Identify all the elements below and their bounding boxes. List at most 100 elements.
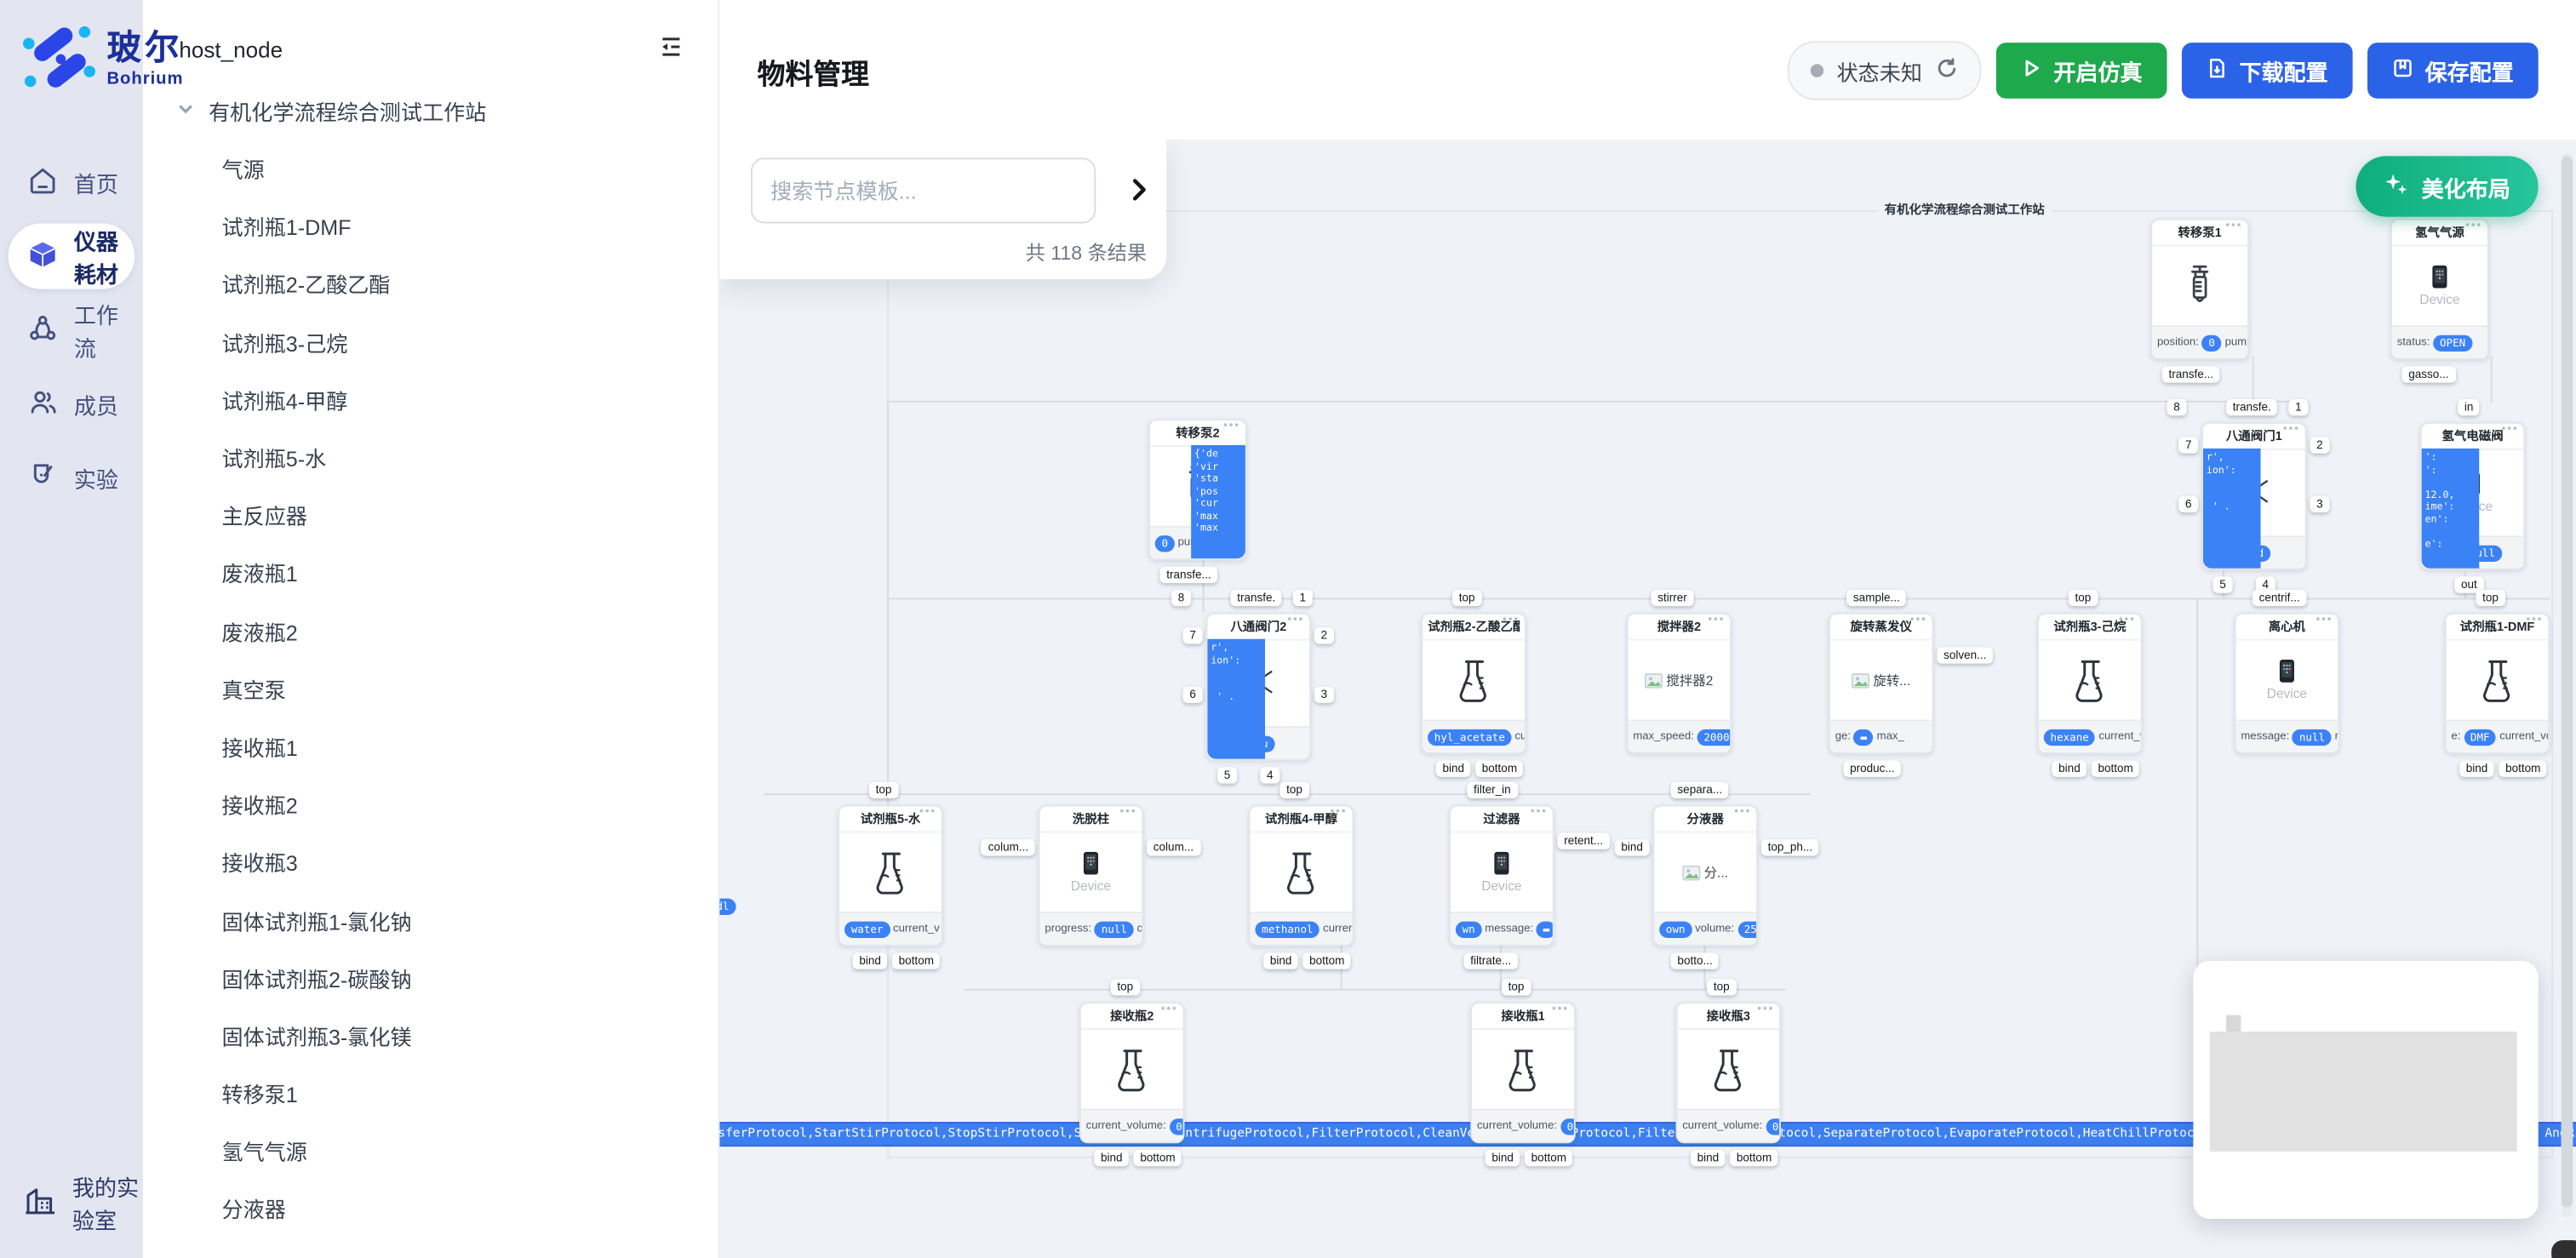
port-transfe.[interactable]: transfe. — [1230, 590, 1282, 606]
sidebar-item-instruments[interactable]: 仪器耗材 — [9, 223, 135, 289]
node-menu-icon[interactable]: ••• — [1708, 615, 1725, 626]
tree-item[interactable]: 固体试剂瓶2-碳酸钠 — [143, 949, 718, 1007]
tree-item[interactable]: 试剂瓶5-水 — [143, 429, 718, 487]
port-colum...[interactable]: colum... — [1147, 839, 1200, 855]
tree-item[interactable]: 试剂瓶3-己烷 — [143, 313, 718, 371]
tree-item[interactable]: 接收瓶2 — [143, 775, 718, 833]
status-pill[interactable]: 状态未知 — [1788, 41, 1982, 100]
port-2[interactable]: 2 — [1314, 627, 1334, 643]
tree-item[interactable]: 固体试剂瓶1-氯化钠 — [143, 891, 718, 949]
port-3[interactable]: 3 — [2310, 496, 2329, 512]
node-洗脱柱[interactable]: 洗脱柱•••Deviceprogress:nullcolucolum...col… — [1039, 805, 1144, 946]
node-转移泵1[interactable]: 转移泵1•••position:0pumptransfe... — [2150, 219, 2249, 360]
node-试剂瓶3-己烷[interactable]: 试剂瓶3-己烷•••hexanecurrent_vtopbindbottom — [2037, 613, 2143, 754]
port-bind[interactable]: bind — [1485, 1150, 1520, 1166]
tree-item[interactable]: 气源 — [143, 140, 718, 197]
sidebar-item-members[interactable]: 成员 — [9, 371, 135, 437]
port-transfe.[interactable]: transfe. — [2226, 399, 2278, 415]
port-bind[interactable]: bind — [1691, 1150, 1726, 1166]
download-config-button[interactable]: 下载配置 — [2182, 43, 2353, 99]
node-menu-icon[interactable]: ••• — [1531, 807, 1548, 819]
tree-item[interactable]: 试剂瓶1-DMF — [143, 197, 718, 255]
tree-item[interactable]: 真空泵 — [143, 660, 718, 718]
port-retent...[interactable]: retent... — [1558, 832, 1610, 849]
port-bottom[interactable]: bottom — [1134, 1150, 1182, 1166]
node-转移泵2[interactable]: 转移泵2•••0pump_info:{'de 'vir 'sta 'pos 'c… — [1148, 419, 1247, 560]
tree-item[interactable]: 接收瓶1 — [143, 718, 718, 775]
node-menu-icon[interactable]: ••• — [1161, 1004, 1178, 1015]
node-试剂瓶4-甲醇[interactable]: 试剂瓶4-甲醇•••methanolcurrent_topbindbottom — [1249, 805, 1354, 946]
node-menu-icon[interactable]: ••• — [1757, 1004, 1774, 1015]
node-接收瓶2[interactable]: 接收瓶2•••current_volume:0topbindbottom — [1079, 1002, 1185, 1143]
tree-item[interactable]: 试剂瓶4-甲醇 — [143, 371, 718, 429]
port-solven...[interactable]: solven... — [1937, 647, 1993, 663]
port-bind[interactable]: bind — [2459, 761, 2494, 777]
node-menu-icon[interactable]: ••• — [1223, 420, 1240, 432]
port-bottom[interactable]: bottom — [892, 952, 941, 969]
port-bottom[interactable]: bottom — [1525, 1150, 1573, 1166]
port-5[interactable]: 5 — [2213, 576, 2233, 592]
port-bind[interactable]: bind — [1436, 761, 1471, 777]
port-top[interactable]: top — [1111, 979, 1140, 995]
port-bind[interactable]: bind — [1094, 1150, 1129, 1166]
tree-item[interactable]: 氢气气源 — [143, 1122, 718, 1180]
node-旋转蒸发仪[interactable]: 旋转蒸发仪•••旋转...ge:▬max_sample...solven...p… — [1829, 613, 1934, 754]
node-试剂瓶1-DMF[interactable]: 试剂瓶1-DMF•••e:DMFcurrent_voltopbindbottom — [2445, 613, 2550, 754]
tree-item[interactable]: 废液瓶2 — [143, 602, 718, 660]
port-top[interactable]: top — [2069, 590, 2098, 606]
corner-handle[interactable] — [2551, 1240, 2576, 1258]
refresh-icon[interactable] — [1935, 57, 1958, 85]
node-menu-icon[interactable]: ••• — [1910, 615, 1927, 626]
node-八通阀门1[interactable]: 八通阀门1•••status:Idr', ion': ' .8transfe.1… — [2201, 422, 2307, 570]
node-接收瓶3[interactable]: 接收瓶3•••current_volume:0topbindbottom — [1675, 1002, 1781, 1143]
port-sample...[interactable]: sample... — [1846, 590, 1906, 606]
port-centrif...[interactable]: centrif... — [2253, 590, 2307, 606]
node-menu-icon[interactable]: ••• — [2225, 220, 2242, 232]
port-top[interactable]: top — [1502, 979, 1531, 995]
tree-item[interactable]: 废液瓶1 — [143, 544, 718, 602]
tree-item[interactable]: 接收瓶3 — [143, 833, 718, 891]
node-氢气电磁阀[interactable]: 氢气电磁阀•••Devicestatus:null': ': 12.0, ime… — [2420, 422, 2526, 570]
port-7[interactable]: 7 — [1183, 627, 1203, 643]
port-bottom[interactable]: bottom — [1302, 952, 1351, 969]
tree-item[interactable]: 固体试剂瓶3-氯化镁 — [143, 1007, 718, 1065]
tree-root[interactable]: 有机化学流程综合测试工作站 — [143, 82, 718, 140]
port-top[interactable]: top — [1707, 979, 1736, 995]
port-bind[interactable]: bind — [2052, 761, 2087, 777]
port-stirrer[interactable]: stirrer — [1652, 590, 1694, 606]
port-bind[interactable]: bind — [1615, 839, 1650, 855]
scrollbar-thumb[interactable] — [2562, 156, 2573, 1207]
node-menu-icon[interactable]: ••• — [1552, 1004, 1569, 1015]
node-menu-icon[interactable]: ••• — [1119, 807, 1136, 819]
port-6[interactable]: 6 — [1183, 687, 1203, 703]
port-top[interactable]: top — [869, 782, 898, 798]
port-top[interactable]: top — [1452, 590, 1481, 606]
beautify-layout-button[interactable]: 美化布局 — [2356, 156, 2538, 216]
port-1[interactable]: 1 — [2288, 399, 2308, 415]
node-搅拌器2[interactable]: 搅拌器2•••搅拌器2max_speed:2000stirrer — [1627, 613, 1732, 754]
node-试剂瓶5-水[interactable]: 试剂瓶5-水•••watercurrent_vtopbindbottom — [838, 805, 943, 946]
tree-item[interactable]: 主反应器 — [143, 486, 718, 544]
node-menu-icon[interactable]: ••• — [2526, 615, 2543, 626]
port-2[interactable]: 2 — [2310, 437, 2329, 453]
port-transfe...[interactable]: transfe... — [1160, 567, 1218, 583]
port-botto...[interactable]: botto... — [1671, 952, 1720, 969]
node-过滤器[interactable]: 过滤器•••Devicewnmessage:▬mafilter_inretent… — [1449, 805, 1554, 946]
port-top_ph...[interactable]: top_ph... — [1761, 839, 1819, 855]
port-in[interactable]: in — [2458, 399, 2480, 415]
node-试剂瓶2-乙酸乙酯[interactable]: 试剂瓶2-乙酸乙酯•••hyl_acetatecurretopbindbotto… — [1421, 613, 1526, 754]
search-input[interactable] — [751, 157, 1096, 223]
node-menu-icon[interactable]: ••• — [2465, 220, 2482, 232]
port-bind[interactable]: bind — [853, 952, 888, 969]
port-7[interactable]: 7 — [2178, 437, 2198, 453]
port-bottom[interactable]: bottom — [1730, 1150, 1778, 1166]
tree-item[interactable]: 旋转蒸发仪 — [143, 1238, 718, 1258]
port-bottom[interactable]: bottom — [2499, 761, 2547, 777]
port-3[interactable]: 3 — [1314, 687, 1334, 703]
node-menu-icon[interactable]: ••• — [1734, 807, 1751, 819]
node-menu-icon[interactable]: ••• — [1503, 615, 1520, 626]
node-离心机[interactable]: 离心机•••Devicemessage:nullmacentrif... — [2235, 613, 2340, 754]
port-separa...[interactable]: separa... — [1671, 782, 1729, 798]
node-menu-icon[interactable]: ••• — [2502, 424, 2519, 436]
port-produc...[interactable]: produc... — [1843, 761, 1901, 777]
